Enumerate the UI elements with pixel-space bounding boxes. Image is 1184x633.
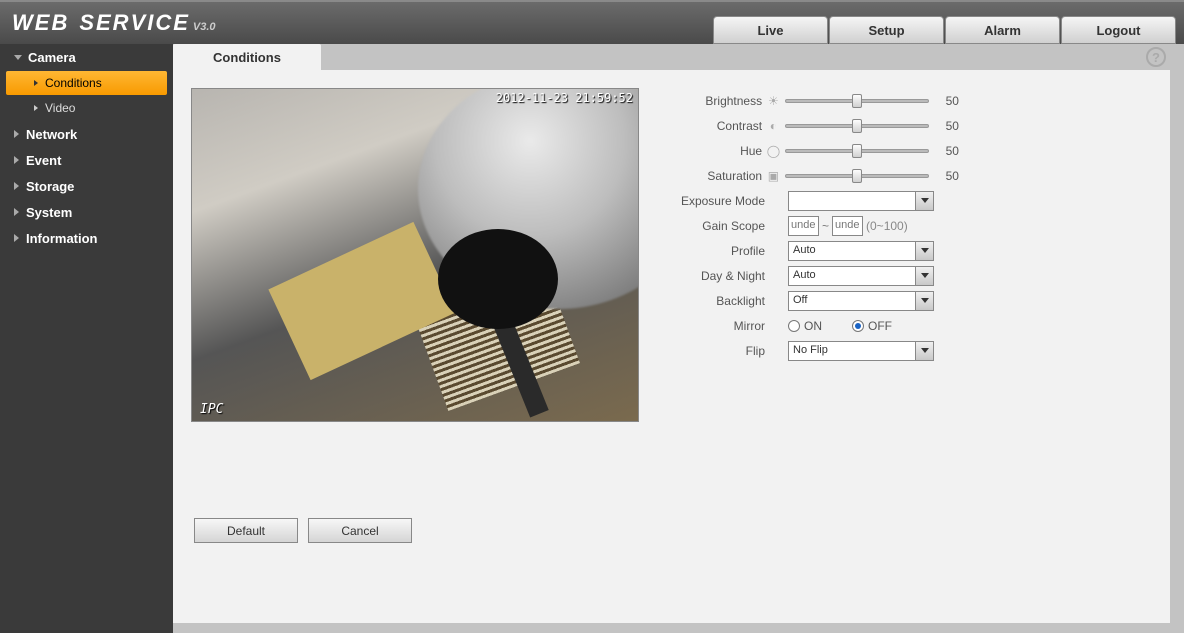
settings-panel: 2012-11-23 21:59:52 IPC Brightness ☀ 50 … [173, 70, 1170, 623]
sidebar-item-information[interactable]: Information [0, 225, 173, 251]
brightness-slider[interactable] [785, 93, 929, 109]
backlight-value: Off [789, 292, 915, 310]
contrast-label: Contrast [659, 119, 766, 133]
flip-select[interactable]: No Flip [788, 341, 934, 361]
logo-web: WEB [12, 10, 69, 36]
chevron-right-icon [14, 182, 19, 190]
chevron-down-icon [915, 192, 933, 210]
sidebar-item-label: Information [26, 231, 98, 246]
saturation-value: 50 [935, 169, 959, 183]
help-icon[interactable]: ? [1146, 47, 1166, 67]
profile-label: Profile [659, 244, 769, 258]
sidebar-item-label: Network [26, 127, 77, 142]
mirror-label: Mirror [659, 319, 769, 333]
preview-label: IPC [200, 402, 223, 417]
chevron-down-icon [915, 242, 933, 260]
profile-select[interactable]: Auto [788, 241, 934, 261]
saturation-label: Saturation [659, 169, 766, 183]
chevron-right-icon [14, 130, 19, 138]
sidebar-item-video[interactable]: Video [6, 96, 167, 120]
flip-value: No Flip [789, 342, 915, 360]
exposure-mode-select[interactable] [788, 191, 934, 211]
radio-label: ON [804, 319, 822, 333]
tab-logout[interactable]: Logout [1061, 16, 1176, 44]
saturation-slider[interactable] [785, 168, 929, 184]
sidebar-item-storage[interactable]: Storage [0, 173, 173, 199]
exposure-mode-label: Exposure Mode [659, 194, 769, 208]
brightness-value: 50 [935, 94, 959, 108]
brightness-icon: ☀ [766, 93, 781, 108]
tab-strip: Conditions [173, 44, 1184, 70]
flip-label: Flip [659, 344, 769, 358]
controls: Brightness ☀ 50 Contrast ◐ 50 Hue ◯ 50 [659, 88, 959, 605]
contrast-slider[interactable] [785, 118, 929, 134]
exposure-mode-value [789, 192, 915, 210]
day-night-select[interactable]: Auto [788, 266, 934, 286]
logo: WEB SERVICE V3.0 [8, 10, 216, 36]
chevron-down-icon [915, 292, 933, 310]
default-button[interactable]: Default [194, 518, 298, 543]
sidebar-item-network[interactable]: Network [0, 121, 173, 147]
chevron-right-icon [34, 80, 38, 86]
brightness-label: Brightness [659, 94, 766, 108]
chevron-down-icon [14, 55, 22, 60]
tab-conditions[interactable]: Conditions [173, 44, 321, 70]
contrast-icon: ◐ [766, 118, 781, 133]
logo-service: SERVICE [79, 10, 190, 36]
mirror-radio-off[interactable]: OFF [852, 319, 892, 333]
nav-tabs: Live Setup Alarm Logout [712, 16, 1176, 44]
tab-setup[interactable]: Setup [829, 16, 944, 44]
gain-scope-to[interactable]: unde [832, 216, 863, 236]
gain-scope-label: Gain Scope [659, 219, 769, 233]
sidebar-item-label: System [26, 205, 72, 220]
sidebar-item-label: Event [26, 153, 61, 168]
mirror-radio-on[interactable]: ON [788, 319, 822, 333]
hue-label: Hue [659, 144, 766, 158]
content-area: Conditions ? 2012-11-23 21:59:52 IPC [173, 44, 1184, 633]
saturation-icon: ▣ [766, 168, 781, 183]
chevron-right-icon [14, 208, 19, 216]
sidebar-item-label: Video [45, 101, 75, 115]
sidebar: Camera Conditions Video Network Event St… [0, 44, 173, 633]
sidebar-item-label: Storage [26, 179, 74, 194]
sidebar-item-conditions[interactable]: Conditions [6, 71, 167, 95]
contrast-value: 50 [935, 119, 959, 133]
backlight-label: Backlight [659, 294, 769, 308]
gain-scope-hint: (0~100) [866, 219, 908, 233]
chevron-right-icon [34, 105, 38, 111]
preview-scene [192, 89, 638, 421]
chevron-right-icon [14, 156, 19, 164]
backlight-select[interactable]: Off [788, 291, 934, 311]
video-preview: 2012-11-23 21:59:52 IPC [191, 88, 639, 422]
tab-alarm[interactable]: Alarm [945, 16, 1060, 44]
profile-value: Auto [789, 242, 915, 260]
gain-scope-from[interactable]: unde [788, 216, 819, 236]
day-night-value: Auto [789, 267, 915, 285]
chevron-down-icon [915, 342, 933, 360]
tab-live[interactable]: Live [713, 16, 828, 44]
cancel-button[interactable]: Cancel [308, 518, 412, 543]
day-night-label: Day & Night [659, 269, 769, 283]
logo-version: V3.0 [193, 21, 216, 33]
hue-value: 50 [935, 144, 959, 158]
chevron-right-icon [14, 234, 19, 242]
header-bar: WEB SERVICE V3.0 Live Setup Alarm Logout [0, 0, 1184, 44]
sidebar-item-event[interactable]: Event [0, 147, 173, 173]
hue-icon: ◯ [766, 143, 781, 158]
chevron-down-icon [915, 267, 933, 285]
preview-timestamp: 2012-11-23 21:59:52 [496, 91, 633, 105]
sidebar-item-label: Camera [28, 50, 76, 65]
sidebar-item-label: Conditions [45, 76, 102, 90]
radio-label: OFF [868, 319, 892, 333]
sidebar-item-system[interactable]: System [0, 199, 173, 225]
sidebar-item-camera[interactable]: Camera [0, 44, 173, 70]
hue-slider[interactable] [785, 143, 929, 159]
gain-scope-sep: ~ [822, 219, 829, 233]
